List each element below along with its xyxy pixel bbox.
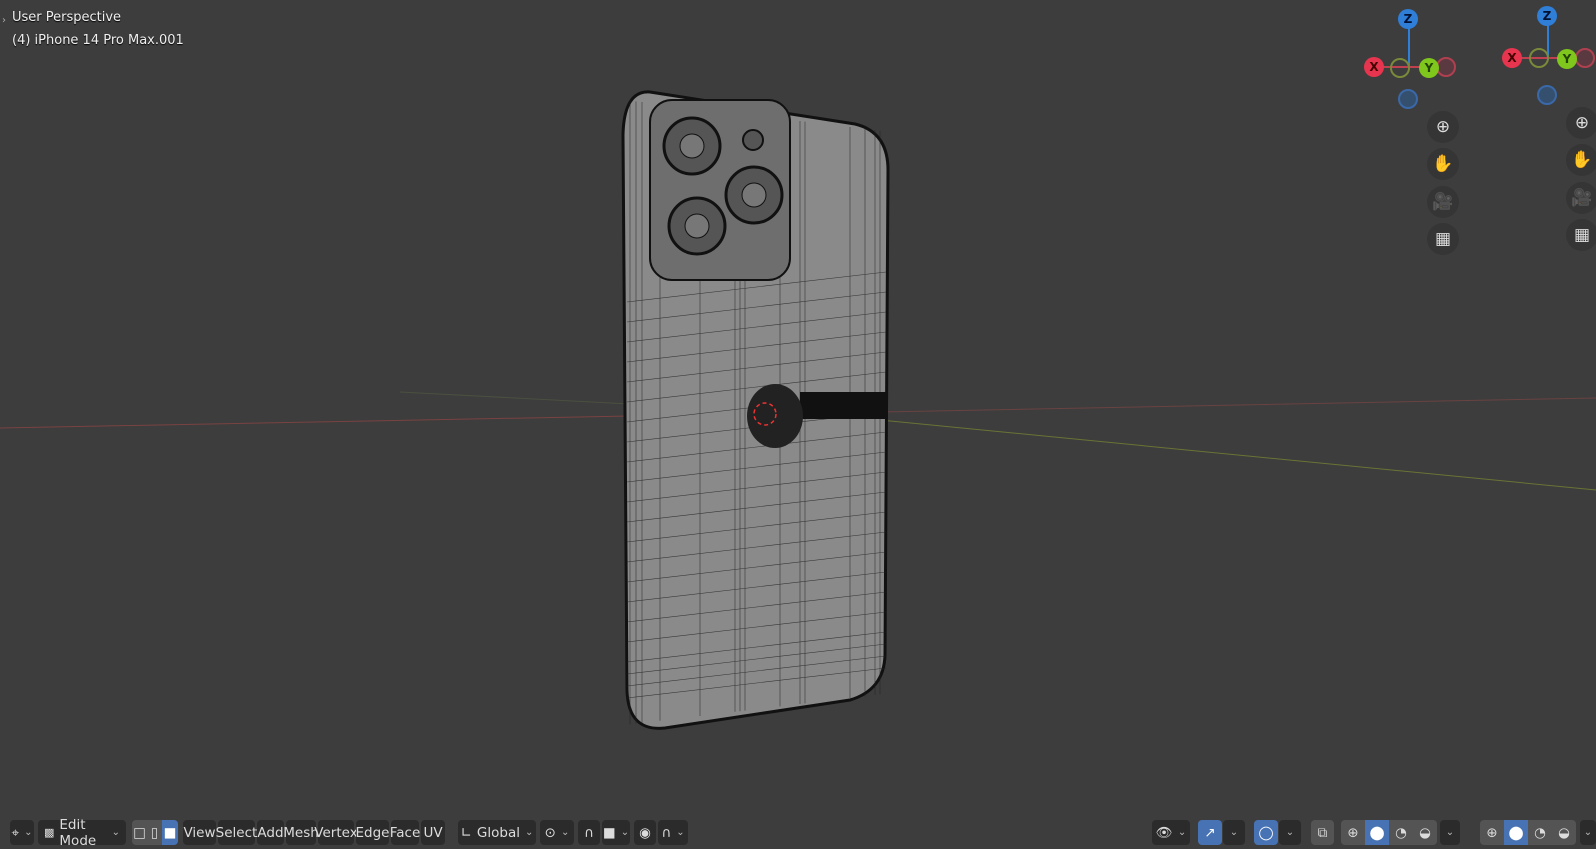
- shading-dropdown[interactable]: ⌄: [1440, 820, 1460, 845]
- perspective-grid-icon[interactable]: ▦: [1566, 219, 1596, 251]
- gizmo-neg-y[interactable]: [1390, 58, 1410, 78]
- wireframe-sphere-icon: ⊕: [1347, 824, 1359, 841]
- rendered-sphere-icon: ◒: [1419, 824, 1431, 841]
- shading-material[interactable]: ◔: [1389, 820, 1413, 845]
- menu-view[interactable]: View: [183, 820, 216, 845]
- hand-pan-icon[interactable]: ✋: [1427, 148, 1459, 180]
- gizmo-y[interactable]: Y: [1419, 58, 1439, 78]
- shading-rendered-2[interactable]: ◒: [1552, 820, 1576, 845]
- solid-sphere-icon: ⬤: [1369, 824, 1385, 841]
- zoom-icon[interactable]: ⊕: [1566, 107, 1596, 139]
- shading-solid[interactable]: ⬤: [1365, 820, 1389, 845]
- edit-mode-icon: ▩: [44, 826, 55, 839]
- gizmo-y[interactable]: Y: [1557, 49, 1577, 69]
- overlays-dropdown[interactable]: ⌄: [1279, 820, 1301, 845]
- shading-dropdown-2[interactable]: ⌄: [1580, 820, 1596, 845]
- editor-type-button[interactable]: ⌖ ⌄: [10, 820, 34, 845]
- x-axis-line: [0, 415, 631, 429]
- hand-pan-icon[interactable]: ✋: [1566, 144, 1596, 176]
- gizmo-z[interactable]: Z: [1398, 9, 1418, 29]
- shading-solid-2[interactable]: ⬤: [1504, 820, 1528, 845]
- orientation-dropdown[interactable]: ∟ Global ⌄: [458, 820, 536, 845]
- gizmo-x[interactable]: X: [1502, 48, 1522, 68]
- xray-toggle[interactable]: ⧉: [1311, 820, 1334, 845]
- pivot-dropdown[interactable]: ⊙ ⌄: [540, 820, 574, 845]
- menu-face[interactable]: Face: [390, 820, 420, 845]
- select-face-button[interactable]: ■: [162, 820, 178, 845]
- shading-wireframe-2[interactable]: ⊕: [1480, 820, 1504, 845]
- overlays-icon: ◯: [1258, 824, 1274, 841]
- navigation-gizmo[interactable]: X Y Z: [1360, 8, 1460, 109]
- editor-type-icon: ⌖: [11, 824, 20, 841]
- gizmo-icon: ↗: [1204, 824, 1216, 841]
- xray-icon: ⧉: [1317, 824, 1328, 841]
- shading-rendered[interactable]: ◒: [1413, 820, 1437, 845]
- wireframe-sphere-icon: ⊕: [1486, 824, 1498, 841]
- material-sphere-icon: ◔: [1395, 824, 1407, 841]
- snap-target-icon: ■: [602, 824, 616, 841]
- menu-select[interactable]: Select: [216, 820, 257, 845]
- visibility-dropdown[interactable]: 👁 ⌄: [1152, 820, 1190, 845]
- magnet-icon: ∩: [584, 824, 594, 841]
- navigation-gizmo-duplicate[interactable]: X Y Z: [1499, 4, 1596, 105]
- select-edge-button[interactable]: ▯: [147, 820, 162, 845]
- zoom-icon[interactable]: ⊕: [1427, 111, 1459, 143]
- orientation-icon: ∟: [460, 824, 472, 841]
- solid-sphere-icon: ⬤: [1508, 824, 1524, 841]
- shading-material-2[interactable]: ◔: [1528, 820, 1552, 845]
- menu-edge[interactable]: Edge: [356, 820, 390, 845]
- eye-icon: 👁: [1155, 824, 1173, 841]
- menu-add[interactable]: Add: [257, 820, 284, 845]
- gizmo-neg-x[interactable]: [1436, 57, 1456, 77]
- perspective-grid-icon[interactable]: ▦: [1427, 223, 1459, 255]
- gizmo-toggle[interactable]: ↗: [1198, 820, 1222, 845]
- snap-dropdown[interactable]: ■ ⌄: [602, 820, 630, 845]
- gizmo-x[interactable]: X: [1364, 57, 1384, 77]
- rendered-sphere-icon: ◒: [1558, 824, 1570, 841]
- gizmo-dropdown[interactable]: ⌄: [1223, 820, 1245, 845]
- mode-dropdown[interactable]: ▩ Edit Mode ⌄: [38, 817, 126, 849]
- pivot-icon: ⊙: [544, 824, 556, 841]
- viewport-scene[interactable]: [0, 0, 1596, 810]
- gizmo-z[interactable]: Z: [1537, 6, 1557, 26]
- camera-icon[interactable]: 🎥: [1566, 182, 1596, 214]
- material-sphere-icon: ◔: [1534, 824, 1546, 841]
- proportional-icon: ◉: [639, 824, 651, 841]
- proportional-edit-toggle[interactable]: ◉: [634, 820, 656, 845]
- falloff-dropdown[interactable]: ∩ ⌄: [658, 820, 688, 845]
- gizmo-neg-z[interactable]: [1398, 89, 1418, 109]
- camera-icon[interactable]: 🎥: [1427, 186, 1459, 218]
- select-vertex-button[interactable]: □: [132, 820, 147, 845]
- menu-mesh[interactable]: Mesh: [283, 820, 319, 845]
- falloff-curve-icon: ∩: [661, 824, 672, 841]
- menu-vertex[interactable]: Vertex: [314, 820, 358, 845]
- snap-toggle[interactable]: ∩: [578, 820, 600, 845]
- y-axis-line: [879, 419, 1596, 491]
- overlays-toggle[interactable]: ◯: [1254, 820, 1278, 845]
- shading-wireframe[interactable]: ⊕: [1341, 820, 1365, 845]
- menu-uv[interactable]: UV: [421, 820, 445, 845]
